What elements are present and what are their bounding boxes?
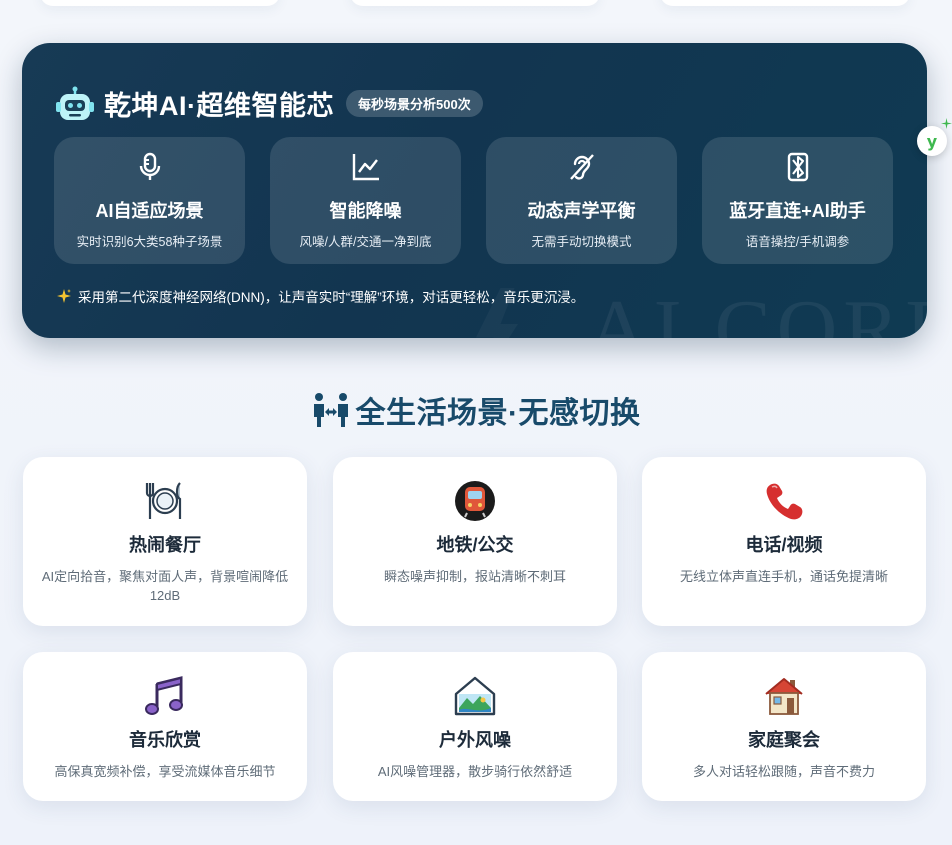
microphone-icon [139, 152, 160, 180]
scene-description: 高保真宽频补偿，享受流媒体音乐细节 [54, 764, 276, 779]
scene-title: 地铁/公交 [436, 535, 514, 555]
previous-card-edge [350, 0, 600, 6]
robot-icon [56, 86, 94, 120]
assistant-logo-icon: y [926, 131, 938, 151]
scene-card-music: 音乐欣赏 高保真宽频补偿，享受流媒体音乐细节 [23, 652, 307, 801]
feature-bluetooth-assistant: 蓝牙直连+AI助手 语音操控/手机调参 [702, 137, 893, 264]
ai-chip-card: AI CORE 乾坤AI·超维智能芯 每秒场景分析500次 AI自适应场景 实时… [22, 43, 927, 338]
feature-adaptive-scene: AI自适应场景 实时识别6大类58种子场景 [54, 137, 245, 264]
house-icon [765, 678, 803, 715]
scene-card-outdoor: 户外风噪 AI风噪管理器，散步骑行依然舒适 [333, 652, 617, 801]
music-note-icon [145, 676, 183, 715]
line-chart-icon [352, 154, 379, 181]
feature-acoustic-balance: 动态声学平衡 无需手动切换模式 [486, 137, 677, 264]
scenes-section-header: 全生活场景·无感切换 [0, 388, 952, 432]
feature-row: AI自适应场景 实时识别6大类58种子场景 智能降噪 风噪/人群/交通一净到底 … [54, 137, 893, 264]
scene-description: AI定向拾音，聚焦对面人声，背景喧闹降低12dB [41, 569, 289, 603]
scene-card-phone-call: 电话/视频 无线立体声直连手机，通话免提清晰 [642, 457, 926, 626]
previous-card-edge [40, 0, 280, 6]
ai-core-watermark: AI CORE [587, 283, 927, 338]
feature-title: 蓝牙直连+AI助手 [729, 201, 866, 221]
ai-card-title: 乾坤AI·超维智能芯 [104, 91, 334, 121]
scene-title: 电话/视频 [745, 535, 823, 555]
scene-card-restaurant: 热闹餐厅 AI定向拾音，聚焦对面人声，背景喧闹降低12dB [23, 457, 307, 626]
feature-noise-reduction: 智能降噪 风噪/人群/交通一净到底 [270, 137, 461, 264]
ai-description: 采用第二代深度神经网络(DNN)，让声音实时“理解”环境，对话更轻松，音乐更沉浸… [56, 286, 584, 306]
scenes-section-title: 全生活场景·无感切换 [355, 397, 641, 430]
previous-card-edge [660, 0, 910, 6]
feature-subtitle: 实时识别6大类58种子场景 [76, 235, 223, 249]
telephone-icon [766, 483, 803, 520]
metro-icon [455, 481, 495, 521]
scene-description: 无线立体声直连手机，通话免提清晰 [679, 569, 888, 584]
feature-title: 智能降噪 [329, 201, 402, 221]
scene-description: 瞬态噪声抑制，报站清晰不刺耳 [383, 569, 566, 584]
ai-description-text: 采用第二代深度神经网络(DNN)，让声音实时“理解”环境，对话更轻松，音乐更沉浸… [78, 290, 585, 305]
scene-title: 热闹餐厅 [129, 535, 201, 555]
feature-subtitle: 语音操控/手机调参 [745, 235, 850, 249]
scene-title: 户外风噪 [439, 730, 511, 750]
people-arrows-icon [313, 393, 348, 427]
sparkle-icon [941, 118, 952, 129]
scene-title: 音乐欣赏 [129, 730, 201, 750]
scene-card-family: 家庭聚会 多人对话轻松跟随，声音不费力 [642, 652, 926, 801]
hearing-icon [569, 154, 594, 180]
bluetooth-box-icon [787, 152, 808, 182]
fork-knife-plate-icon [145, 482, 182, 519]
analysis-rate-badge: 每秒场景分析500次 [346, 90, 483, 117]
sparkle-icon [57, 289, 71, 303]
ai-card-header: 乾坤AI·超维智能芯 每秒场景分析500次 [54, 84, 483, 123]
feature-subtitle: 无需手动切换模式 [531, 235, 632, 249]
feature-subtitle: 风噪/人群/交通一净到底 [299, 235, 432, 249]
scene-description: 多人对话轻松跟随，声音不费力 [692, 764, 875, 779]
scene-description: AI风噪管理器，散步骑行依然舒适 [377, 764, 573, 779]
feature-title: 动态声学平衡 [527, 201, 636, 221]
floating-assistant-button[interactable]: y [917, 126, 947, 156]
landscape-icon [454, 676, 496, 716]
feature-title: AI自适应场景 [95, 201, 204, 221]
scene-title: 家庭聚会 [748, 730, 820, 750]
scene-card-metro: 地铁/公交 瞬态噪声抑制，报站清晰不刺耳 [333, 457, 617, 626]
